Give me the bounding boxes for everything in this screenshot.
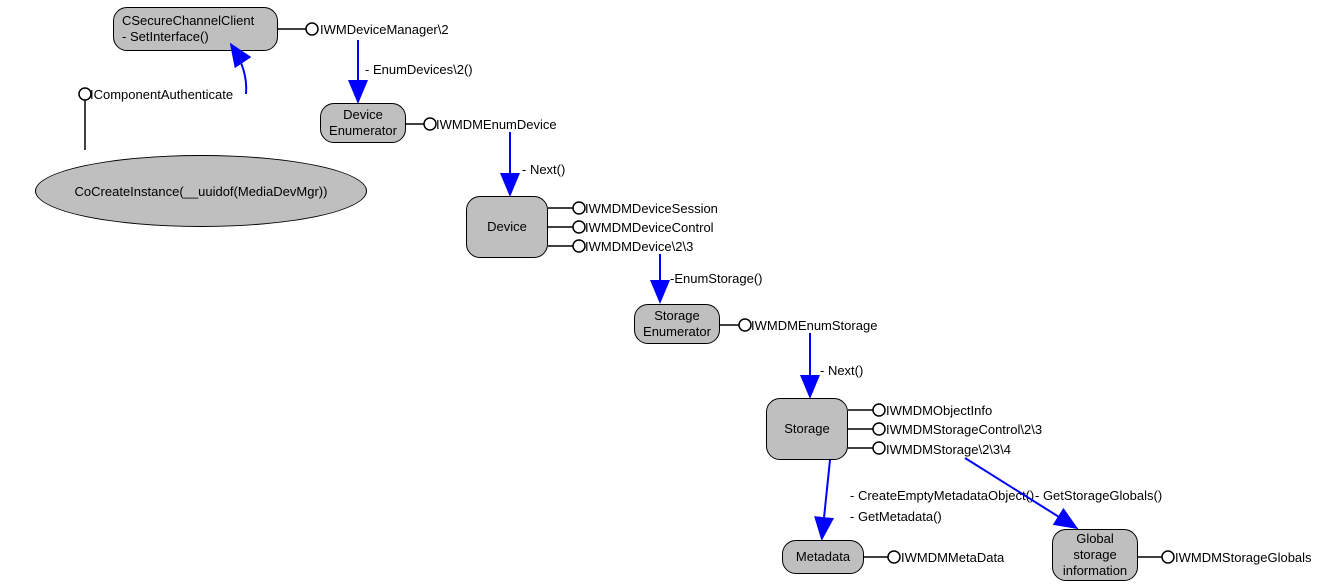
iface-devmgr: IWMDeviceManager\2 <box>320 22 449 37</box>
node-global-storage-label: Global storage information <box>1063 531 1127 580</box>
method-getmeta: - GetMetadata() <box>850 509 942 524</box>
iface-compauth: IComponentAuthenticate <box>90 87 233 102</box>
iface-storagectrl: IWMDMStorageControl\2\3 <box>886 422 1042 437</box>
node-storage: Storage <box>766 398 848 460</box>
node-metadata-label: Metadata <box>796 549 850 565</box>
node-device-label: Device <box>487 219 527 235</box>
method-next1: - Next() <box>522 162 565 177</box>
method-enumdevices: - EnumDevices\2() <box>365 62 473 77</box>
method-getglobals: - GetStorageGlobals() <box>1035 488 1162 503</box>
node-device: Device <box>466 196 548 258</box>
iface-storageglobals: IWMDMStorageGlobals <box>1175 550 1312 565</box>
node-metadata: Metadata <box>782 540 864 574</box>
iface-devsession: IWMDMDeviceSession <box>585 201 718 216</box>
node-global-storage: Global storage information <box>1052 529 1138 581</box>
node-device-enum-label: Device Enumerator <box>329 107 397 140</box>
node-device-enumerator: Device Enumerator <box>320 103 406 143</box>
node-storage-enum-label: Storage Enumerator <box>643 308 711 341</box>
method-next2: - Next() <box>820 363 863 378</box>
diagram-canvas: CoCreateInstance(__uuidof(MediaDevMgr)) … <box>0 0 1324 587</box>
iface-objinfo: IWMDMObjectInfo <box>886 403 992 418</box>
iface-metadata: IWMDMMetaData <box>901 550 1004 565</box>
iface-enumdevice: IWMDMEnumDevice <box>436 117 557 132</box>
iface-devcontrol: IWMDMDeviceControl <box>585 220 714 235</box>
iface-deviface: IWMDMDevice\2\3 <box>585 239 693 254</box>
method-createempty: - CreateEmptyMetadataObject() <box>850 488 1034 503</box>
method-enumstorage: -EnumStorage() <box>670 271 762 286</box>
node-storage-enumerator: Storage Enumerator <box>634 304 720 344</box>
node-secure-channel: CSecureChannelClient - SetInterface() <box>113 7 278 51</box>
cloud-cocreateinstance: CoCreateInstance(__uuidof(MediaDevMgr)) <box>35 155 367 227</box>
node-secure-channel-label: CSecureChannelClient - SetInterface() <box>122 13 254 46</box>
node-storage-label: Storage <box>784 421 830 437</box>
iface-storageiface: IWMDMStorage\2\3\4 <box>886 442 1011 457</box>
iface-enumstorage: IWMDMEnumStorage <box>751 318 877 333</box>
cloud-label: CoCreateInstance(__uuidof(MediaDevMgr)) <box>75 184 328 199</box>
